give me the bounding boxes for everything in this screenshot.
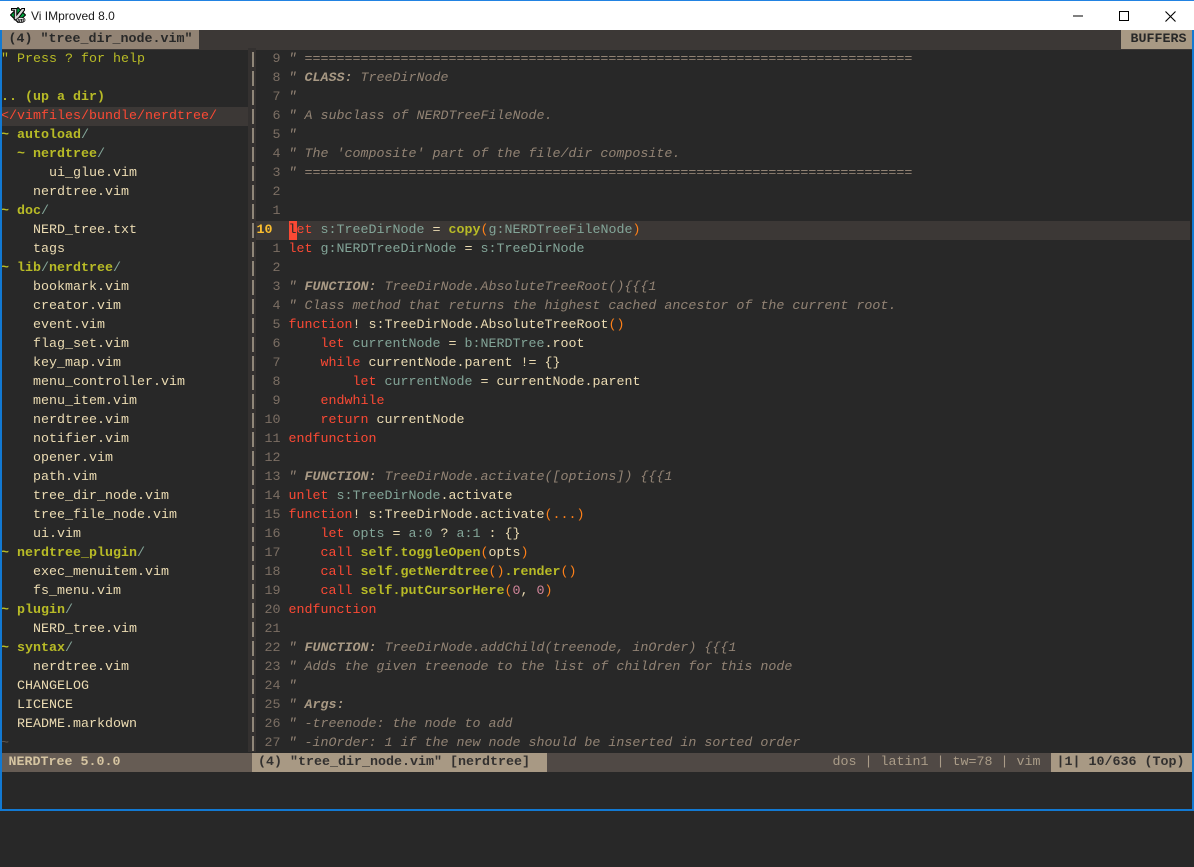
svg-text:im: im xyxy=(17,17,24,23)
